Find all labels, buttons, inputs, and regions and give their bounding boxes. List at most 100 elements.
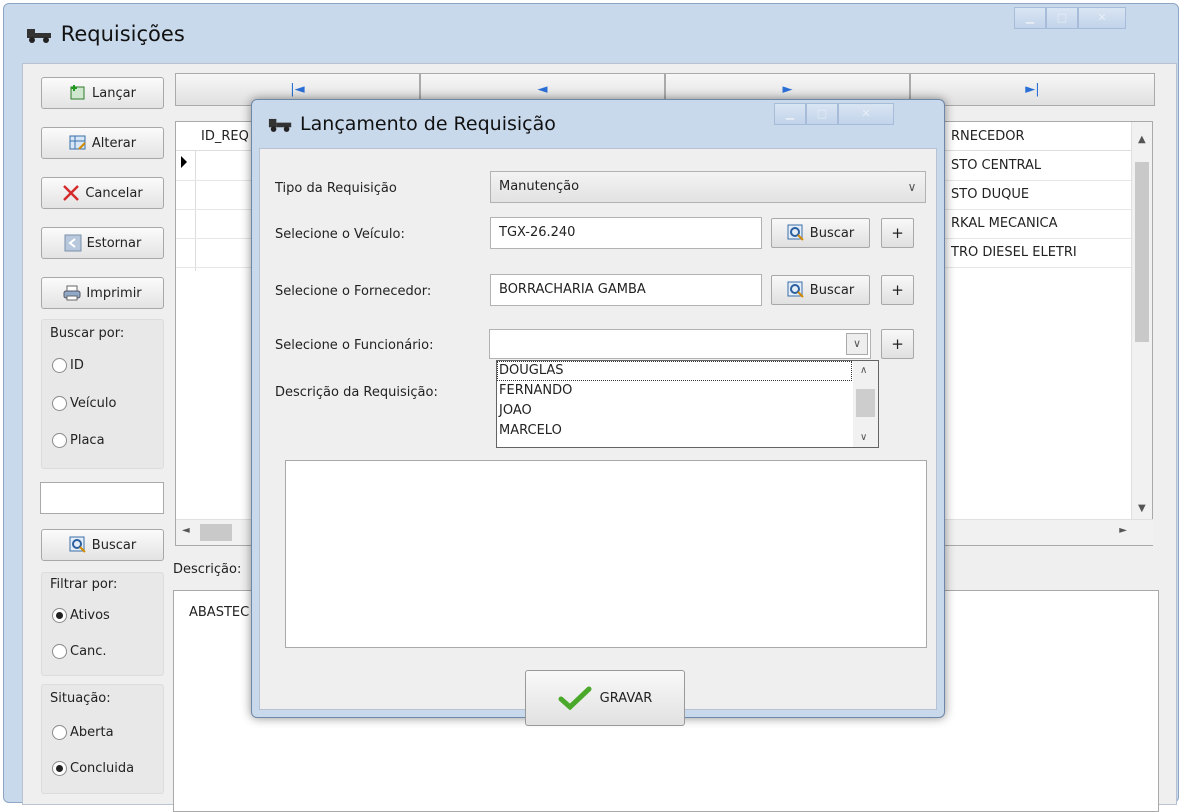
chevron-down-icon[interactable]: ∨ [899,172,925,202]
descricao-label: Descrição da Requisição: [275,385,438,400]
radio-circle [52,725,67,740]
veiculo-field[interactable]: TGX-26.240 [490,217,762,249]
add-funcionario-button[interactable]: + [881,329,914,359]
funcionario-dropdown-list[interactable]: DOUGLAS FERNANDO JOAO MARCELO ∧ ∨ [496,360,879,448]
veiculo-search-button[interactable]: Buscar [771,218,870,248]
next-record-icon: ► [782,82,793,97]
gravar-button[interactable]: GRAVAR [525,670,685,726]
row-selector-column [176,151,196,271]
dialog-close-button[interactable]: ✕ [838,103,894,125]
search-icon [787,281,804,298]
imprimir-button[interactable]: Imprimir [41,277,164,309]
add-veiculo-label: + [891,224,904,242]
tipo-label: Tipo da Requisição [275,181,397,196]
veiculo-search-label: Buscar [809,225,855,241]
cancelar-button[interactable]: Cancelar [41,177,164,209]
add-veiculo-button[interactable]: + [881,218,914,248]
radio-aberta[interactable]: Aberta [52,725,114,740]
truck-icon [27,29,51,43]
veiculo-label: Selecione o Veículo: [275,227,405,242]
truck-icon [268,118,292,132]
window-title-text: Requisições [60,22,185,46]
dropdown-option[interactable]: DOUGLAS [497,361,852,381]
scroll-thumb[interactable] [1135,162,1149,342]
add-fornecedor-label: + [891,281,904,299]
description-label: Descrição: [173,562,242,577]
lancamento-dialog: Lançamento de Requisição ▁ □ ✕ Tipo da R… [251,99,945,726]
radio-circle [52,433,67,448]
radio-circle [52,358,67,373]
imprimir-label: Imprimir [86,285,142,301]
scroll-down-icon[interactable]: ∨ [860,432,867,443]
alterar-button[interactable]: Alterar [41,127,164,159]
radio-canc[interactable]: Canc. [52,644,107,659]
grid-cell-fornecedor[interactable]: STO CENTRAL [951,158,1041,173]
radio-aberta-label: Aberta [70,725,114,740]
estornar-button[interactable]: Estornar [41,227,164,259]
grid-header-fornecedor[interactable]: RNECEDOR [951,129,1025,144]
dialog-title-text: Lançamento de Requisição [300,113,556,135]
fornecedor-value: BORRACHARIA GAMBA [499,282,646,297]
search-button[interactable]: Buscar [41,529,164,561]
dropdown-option[interactable]: MARCELO [497,421,852,441]
chevron-down-icon[interactable]: ∨ [846,333,868,355]
window-controls: ▁ □ ✕ [1014,7,1126,29]
dropdown-option[interactable]: JOAO [497,401,852,421]
radio-id[interactable]: ID [52,358,84,373]
nav-last-button[interactable]: ►| [910,73,1155,106]
radio-placa[interactable]: Placa [52,433,105,448]
dialog-title: Lançamento de Requisição [268,113,556,135]
dialog-maximize-button[interactable]: □ [806,103,838,125]
printer-icon [63,285,81,301]
scroll-up-icon[interactable]: ∧ [860,365,867,376]
add-fornecedor-button[interactable]: + [881,275,914,305]
scroll-down-icon[interactable]: ▼ [1138,503,1146,514]
tipo-value: Manutenção [499,179,580,194]
grid-cell-fornecedor[interactable]: TRO DIESEL ELETRI [951,245,1077,260]
first-record-icon: |◄ [290,82,305,97]
radio-concluida-label: Concluida [70,761,135,776]
radio-concluida[interactable]: Concluida [52,761,134,776]
veiculo-value: TGX-26.240 [499,225,576,240]
radio-circle-checked [52,761,67,776]
last-record-icon: ►| [1025,82,1040,97]
grid-vertical-scrollbar[interactable]: ▲ ▼ [1131,122,1152,520]
dialog-minimize-button[interactable]: ▁ [774,103,806,125]
scroll-right-icon[interactable]: ► [1119,525,1127,536]
status-label: Situação: [50,691,111,706]
dropdown-scrollbar[interactable]: ∧ ∨ [853,361,878,447]
alterar-label: Alterar [91,135,137,151]
scroll-thumb[interactable] [856,389,875,417]
filter-group: Filtrar por: Ativos Canc. [41,572,164,676]
add-document-icon [70,85,85,100]
previous-record-icon: ◄ [537,82,548,97]
fornecedor-search-button[interactable]: Buscar [771,275,870,305]
reverse-icon [64,234,82,252]
lancar-label: Lançar [92,85,136,101]
maximize-button[interactable]: □ [1046,7,1078,29]
scroll-left-icon[interactable]: ◄ [182,525,190,536]
grid-cell-fornecedor[interactable]: RKAL MECANICA [951,216,1058,231]
search-input[interactable] [40,482,164,514]
estornar-label: Estornar [86,235,142,251]
radio-circle [52,396,67,411]
lancar-button[interactable]: Lançar [41,77,164,109]
descricao-textarea[interactable] [285,460,927,648]
scroll-up-icon[interactable]: ▲ [1138,134,1146,145]
minimize-button[interactable]: ▁ [1014,7,1046,29]
add-funcionario-label: + [891,335,904,353]
hscroll-thumb[interactable] [200,524,232,541]
grid-header-id[interactable]: ID_REQ [201,129,249,144]
grid-cell-fornecedor[interactable]: STO DUQUE [951,187,1029,202]
fornecedor-field[interactable]: BORRACHARIA GAMBA [490,274,762,306]
dropdown-option[interactable]: FERNANDO [497,381,852,401]
funcionario-select[interactable]: ∨ [489,329,871,359]
gravar-label: GRAVAR [599,690,653,706]
radio-canc-label: Canc. [70,644,107,659]
funcionario-label: Selecione o Funcionário: [275,338,434,353]
radio-veiculo[interactable]: Veículo [52,396,116,411]
tipo-select[interactable]: Manutenção ∨ [490,171,926,203]
close-button[interactable]: ✕ [1078,7,1126,29]
fornecedor-label: Selecione o Fornecedor: [275,284,432,299]
radio-ativos[interactable]: Ativos [52,608,110,623]
